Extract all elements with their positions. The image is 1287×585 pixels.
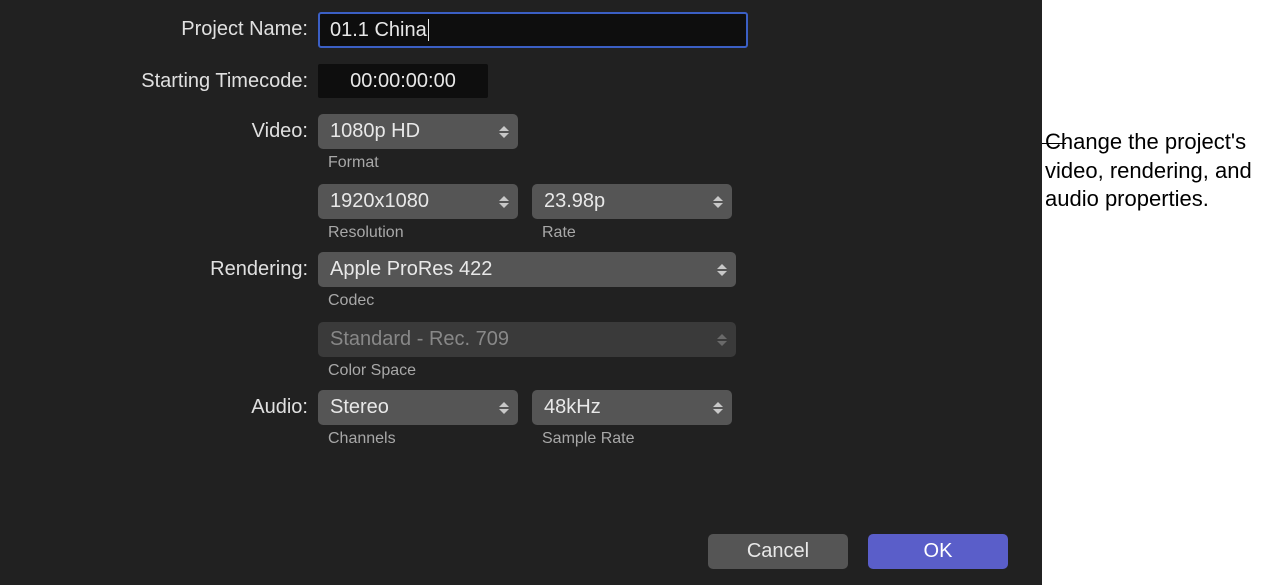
- form-grid: Project Name: 01.1 China Starting Timeco…: [0, 12, 1042, 458]
- project-name-value: 01.1 China: [330, 19, 427, 42]
- rendering-section-label: Rendering:: [0, 252, 310, 281]
- starting-timecode-input[interactable]: 00:00:00:00: [318, 64, 488, 98]
- audio-samplerate-select[interactable]: 48kHz: [532, 390, 732, 425]
- project-properties-panel: Project Name: 01.1 China Starting Timeco…: [0, 0, 1042, 585]
- stepper-icon: [716, 331, 728, 349]
- rendering-colorspace-value: Standard - Rec. 709: [330, 328, 509, 351]
- rendering-codec-hint: Codec: [318, 292, 1042, 310]
- video-rate-hint: Rate: [532, 224, 732, 242]
- audio-channels-value: Stereo: [330, 396, 389, 419]
- button-row: Cancel OK: [708, 534, 1008, 569]
- ok-button[interactable]: OK: [868, 534, 1008, 569]
- video-format-hint: Format: [318, 154, 518, 172]
- project-name-input[interactable]: 01.1 China: [318, 12, 748, 48]
- audio-samplerate-value: 48kHz: [544, 396, 601, 419]
- project-name-label: Project Name:: [0, 12, 310, 41]
- audio-section-label: Audio:: [0, 390, 310, 419]
- annotation-text: Change the project's video, rendering, a…: [1045, 128, 1275, 214]
- starting-timecode-value: 00:00:00:00: [350, 70, 456, 93]
- rendering-colorspace-select: Standard - Rec. 709: [318, 322, 736, 357]
- stepper-icon: [712, 399, 724, 417]
- video-rate-select[interactable]: 23.98p: [532, 184, 732, 219]
- video-rate-value: 23.98p: [544, 190, 605, 213]
- stepper-icon: [716, 261, 728, 279]
- video-section-label: Video:: [0, 114, 310, 143]
- video-resolution-select[interactable]: 1920x1080: [318, 184, 518, 219]
- starting-timecode-label: Starting Timecode:: [0, 64, 310, 93]
- rendering-codec-value: Apple ProRes 422: [330, 258, 492, 281]
- stepper-icon: [712, 193, 724, 211]
- text-cursor: [428, 19, 429, 41]
- cancel-button[interactable]: Cancel: [708, 534, 848, 569]
- video-format-value: 1080p HD: [330, 120, 420, 143]
- video-resolution-hint: Resolution: [318, 224, 518, 242]
- stepper-icon: [498, 193, 510, 211]
- stepper-icon: [498, 123, 510, 141]
- audio-samplerate-hint: Sample Rate: [532, 430, 732, 448]
- video-format-select[interactable]: 1080p HD: [318, 114, 518, 149]
- audio-channels-hint: Channels: [318, 430, 518, 448]
- audio-channels-select[interactable]: Stereo: [318, 390, 518, 425]
- video-resolution-value: 1920x1080: [330, 190, 429, 213]
- rendering-colorspace-hint: Color Space: [318, 362, 1042, 380]
- rendering-codec-select[interactable]: Apple ProRes 422: [318, 252, 736, 287]
- stepper-icon: [498, 399, 510, 417]
